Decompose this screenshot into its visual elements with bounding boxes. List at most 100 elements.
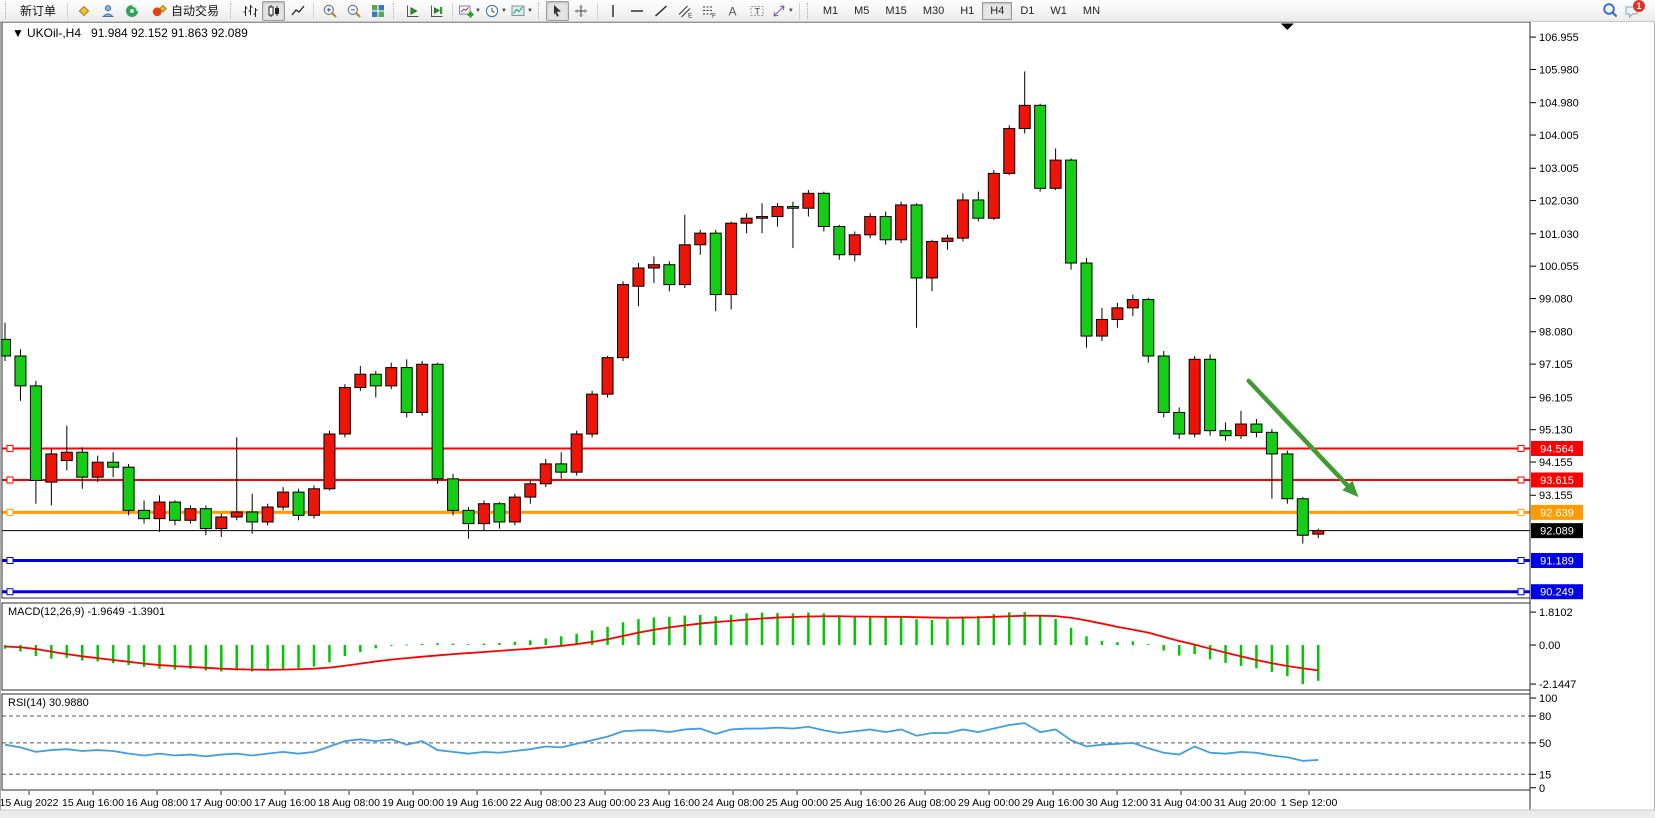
new-order-button[interactable]: 新订单 [13,1,63,21]
svg-text:15 Aug 2022: 15 Aug 2022 [0,797,59,809]
terminal-button[interactable] [120,1,143,21]
svg-text:29 Aug 16:00: 29 Aug 16:00 [1022,797,1084,809]
text-button[interactable]: A [722,1,745,21]
text-label-button[interactable]: T [746,1,769,21]
zoom-out-button[interactable] [342,1,365,21]
line-chart-icon [290,3,306,19]
crosshair-button[interactable] [570,1,593,21]
toolbar-separator [452,3,453,19]
autotrading-icon [151,3,167,19]
cursor-button[interactable] [546,1,569,21]
channel-button[interactable]: E [674,1,697,21]
arrows-button[interactable]: ▼ [770,1,795,21]
tile-windows-button[interactable] [366,1,389,21]
channel-icon: E [677,3,693,19]
svg-text:100.055: 100.055 [1539,261,1579,273]
time-axis[interactable]: 15 Aug 202215 Aug 16:0016 Aug 08:0017 Au… [0,791,1337,809]
auto-scroll-button[interactable] [401,1,424,21]
price-chart[interactable]: ▼UKOil-,H491.984 92.152 91.863 92.089 106… [0,22,1655,818]
svg-text:92.639: 92.639 [1540,507,1574,519]
toolbar-separator [67,3,68,19]
svg-text:25 Aug 16:00: 25 Aug 16:00 [830,797,892,809]
chevron-down-icon: ▼ [475,8,481,14]
toolbar-drag-handle[interactable] [538,3,542,19]
toolbar-drag-handle[interactable] [807,3,811,19]
timeframe-MN-button[interactable]: MN [1075,2,1108,20]
timeframe-M5-button[interactable]: M5 [846,2,877,20]
svg-text:23 Aug 16:00: 23 Aug 16:00 [638,797,700,809]
crosshair-icon [573,3,589,19]
svg-text:106.955: 106.955 [1539,32,1579,44]
chevron-down-icon: ▼ [527,8,533,14]
chart-shift-button[interactable] [425,1,448,21]
timeframe-D1-button[interactable]: D1 [1012,2,1042,20]
notification-count-badge: 1 [1633,0,1645,12]
svg-text:80: 80 [1539,711,1551,723]
toolbar-drag-handle[interactable] [393,3,397,19]
clock-icon [484,3,500,19]
svg-text:E: E [688,12,693,19]
line-anchor [1518,477,1524,483]
trendline-button[interactable] [650,1,673,21]
svg-text:0: 0 [1539,783,1545,795]
navigator-button[interactable] [96,1,119,21]
templates-button[interactable]: ▼ [509,1,534,21]
chart-shift-icon [429,3,445,19]
svg-text:19 Aug 16:00: 19 Aug 16:00 [446,797,508,809]
line-chart-button[interactable] [286,1,309,21]
zoom-in-button[interactable] [318,1,341,21]
text-icon: A [725,3,741,19]
svg-text:105.980: 105.980 [1539,64,1579,76]
text-label-icon: T [749,3,765,19]
chevron-down-icon: ▼ [501,8,507,14]
svg-text:15 Aug 16:00: 15 Aug 16:00 [62,797,124,809]
chevron-down-icon: ▼ [788,8,794,14]
timeframe-M30-button[interactable]: M30 [915,2,952,20]
svg-text:31 Aug 20:00: 31 Aug 20:00 [1214,797,1276,809]
notifications-button[interactable]: 1 [1623,1,1653,21]
autotrading-button[interactable]: 自动交易 [144,1,226,21]
line-anchor [1518,558,1524,564]
svg-text:22 Aug 08:00: 22 Aug 08:00 [510,797,572,809]
ohlc-collapse-arrow: ▼ [12,26,24,40]
indicators-button[interactable]: ▼ [457,1,482,21]
svg-text:95.130: 95.130 [1539,425,1573,437]
arrows-icon [771,3,787,19]
timeframe-M1-button[interactable]: M1 [815,2,846,20]
svg-text:-2.1447: -2.1447 [1539,679,1576,691]
svg-text:25 Aug 00:00: 25 Aug 00:00 [766,797,828,809]
timeframe-W1-button[interactable]: W1 [1042,2,1075,20]
svg-text:94.564: 94.564 [1540,443,1574,455]
toolbar-separator [597,3,598,19]
toolbar-separator [799,3,800,19]
svg-text:103.005: 103.005 [1539,163,1579,175]
rsi-label: RSI(14) 30.9880 [8,697,89,709]
svg-text:F: F [712,12,716,19]
search-button[interactable] [1599,1,1622,21]
periods-button[interactable]: ▼ [483,1,508,21]
candlestick-icon [266,3,282,19]
main-toolbar: 新订单 自动交易 ▼ ▼ ▼ E F A T ▼ M1M5M15M30H1H4D… [0,0,1655,22]
template-icon [510,3,526,19]
bar-chart-button[interactable] [238,1,261,21]
timeframe-H1-button[interactable]: H1 [952,2,982,20]
gold-diamond-icon [76,3,92,19]
toolbar-drag-handle[interactable] [5,3,9,19]
svg-text:98.080: 98.080 [1539,327,1573,339]
timeframe-M15-button[interactable]: M15 [877,2,914,20]
line-anchor [1518,589,1524,595]
toolbar-drag-handle[interactable] [230,3,234,19]
candlestick-chart-button[interactable] [262,1,285,21]
fibonacci-button[interactable]: F [698,1,721,21]
new-order-label: 新订单 [20,2,56,19]
auto-scroll-icon [405,3,421,19]
macd-label: MACD(12,26,9) -1.9649 -1.3901 [8,606,165,618]
svg-text:94.155: 94.155 [1539,457,1573,469]
chart-title: UKOil-,H491.984 92.152 91.863 92.089 [27,26,248,40]
horizontal-line-button[interactable] [626,1,649,21]
tile-windows-icon [370,3,386,19]
market-watch-button[interactable] [72,1,95,21]
vertical-line-button[interactable] [602,1,625,21]
svg-text:99.080: 99.080 [1539,294,1573,306]
timeframe-H4-button[interactable]: H4 [982,2,1012,20]
